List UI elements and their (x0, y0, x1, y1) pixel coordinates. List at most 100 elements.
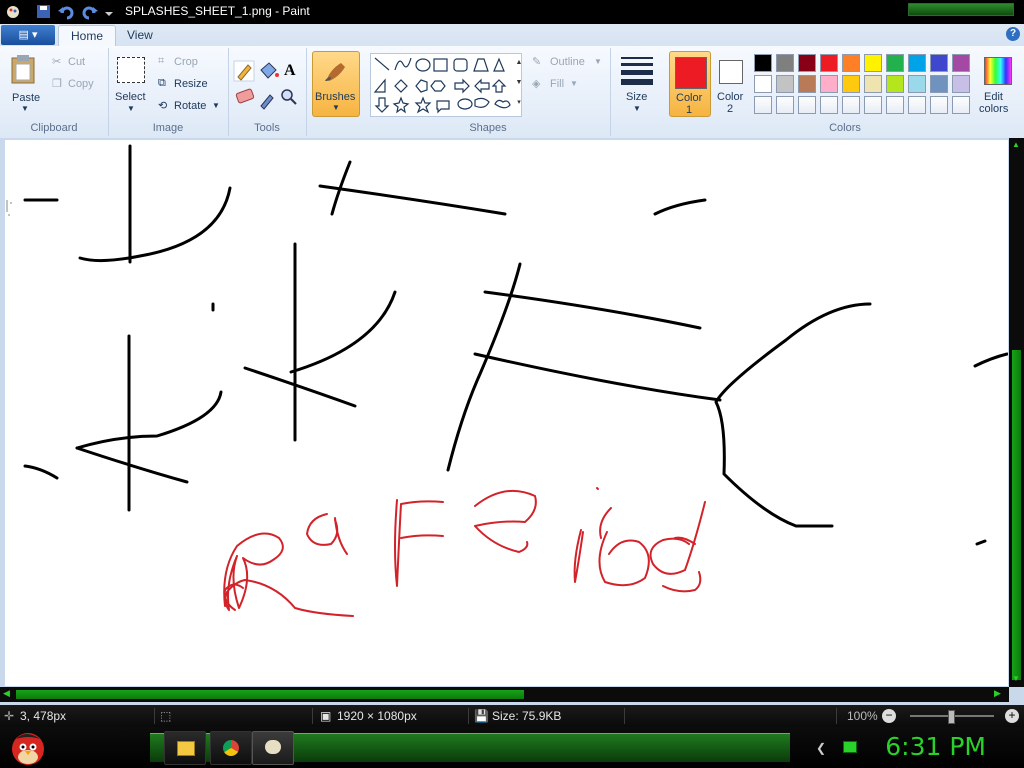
color1-button[interactable]: Color 1 (669, 51, 711, 117)
colors-group: Color 1 Color 2 Edit colors Colors (666, 48, 1024, 136)
horizontal-scrollbar[interactable]: ◀ ▶ (0, 687, 1009, 702)
outline-button[interactable]: ✎ Outline ▼ (532, 55, 606, 71)
edit-colors-button[interactable]: Edit colors (976, 51, 1020, 115)
fill-button[interactable]: ◈ Fill ▼ (532, 77, 606, 93)
cut-label: Cut (68, 56, 86, 68)
chevron-down-icon: ▼ (594, 57, 602, 66)
palette-swatch[interactable] (930, 75, 948, 93)
chevron-down-icon: ▼ (21, 104, 29, 113)
palette-swatch[interactable] (754, 96, 772, 114)
palette-swatch[interactable] (908, 54, 926, 72)
taskbar-clock[interactable]: 6:31 PM (885, 732, 986, 761)
show-hidden-icons[interactable]: ❮ (816, 741, 826, 755)
palette-swatch[interactable] (864, 54, 882, 72)
vertical-scrollbar[interactable]: ▲ ▼ (1009, 138, 1024, 687)
edit-colors-label: Edit (984, 91, 1003, 103)
palette-swatch[interactable] (842, 75, 860, 93)
zoom-slider-thumb[interactable] (948, 710, 955, 724)
scissors-icon: ✂ (52, 56, 62, 68)
horizontal-scroll-thumb[interactable] (16, 690, 524, 699)
rainbow-icon (984, 57, 1012, 85)
zoom-out-button[interactable]: − (882, 709, 896, 723)
scroll-up-icon[interactable]: ▲ (1012, 140, 1020, 149)
color-picker-icon[interactable] (260, 94, 274, 110)
crop-icon: ⌗ (158, 55, 165, 67)
color2-button[interactable]: Color 2 (713, 51, 749, 115)
eraser-icon[interactable] (235, 88, 255, 104)
vertical-scroll-thumb[interactable] (1012, 350, 1021, 680)
fill-bucket-icon[interactable] (260, 62, 279, 79)
scroll-down-icon[interactable]: ▼ (1012, 674, 1020, 683)
rotate-icon: ⟲ (158, 100, 168, 112)
paint-app-icon (7, 6, 19, 18)
taskbar-paint[interactable] (252, 731, 294, 765)
zoom-in-button[interactable]: + (1005, 709, 1019, 723)
zoom-slider[interactable] (910, 710, 994, 724)
scroll-right-icon[interactable]: ▶ (994, 688, 1001, 699)
cut-button[interactable]: ✂ Cut (52, 55, 104, 71)
taskbar-chrome[interactable] (210, 731, 252, 765)
chevron-down-icon: ▼ (212, 101, 220, 110)
redo-icon[interactable] (82, 6, 98, 20)
paste-button[interactable]: Paste ▼ (4, 50, 42, 116)
chevron-down-icon: ▼ (633, 104, 641, 113)
save-icon[interactable] (37, 5, 50, 18)
palette-swatch[interactable] (886, 54, 904, 72)
shapes-icons (373, 57, 511, 114)
palette-swatch[interactable] (776, 96, 794, 114)
palette-swatch[interactable] (754, 75, 772, 93)
palette-swatch[interactable] (908, 96, 926, 114)
line-weight-icon (621, 57, 653, 85)
palette-swatch[interactable] (842, 54, 860, 72)
shapes-gallery[interactable] (370, 53, 522, 117)
pencil-icon[interactable] (233, 60, 255, 82)
shapes-scroll[interactable]: ▲ ▼ ▾ (514, 53, 524, 115)
magnifier-icon[interactable] (281, 89, 297, 105)
palette-swatch[interactable] (864, 75, 882, 93)
window-controls[interactable] (908, 3, 1014, 16)
palette-swatch[interactable] (864, 96, 882, 114)
palette-swatch[interactable] (886, 75, 904, 93)
palette-swatch[interactable] (930, 54, 948, 72)
palette-swatch[interactable] (842, 96, 860, 114)
palette-swatch[interactable] (754, 54, 772, 72)
help-icon[interactable]: ? (1006, 27, 1020, 41)
tab-home[interactable]: Home (58, 25, 117, 47)
palette-swatch[interactable] (798, 54, 816, 72)
palette-swatch[interactable] (798, 96, 816, 114)
select-button[interactable]: Select ▼ (113, 53, 149, 117)
palette-swatch[interactable] (820, 96, 838, 114)
crop-button[interactable]: ⌗ Crop (158, 55, 224, 71)
tab-view[interactable]: View (115, 25, 165, 46)
network-icon[interactable] (843, 741, 857, 753)
text-tool-label[interactable]: A (284, 62, 296, 80)
palette-swatch[interactable] (952, 96, 970, 114)
size-button[interactable]: Size ▼ (618, 53, 656, 117)
quick-access-toolbar (7, 5, 113, 20)
brushes-button[interactable]: Brushes ▼ (312, 51, 360, 117)
palette-swatch[interactable] (930, 96, 948, 114)
palette-swatch[interactable] (952, 54, 970, 72)
palette-swatch[interactable] (952, 75, 970, 93)
drawing-canvas[interactable] (5, 140, 1008, 686)
image-group-label: Image (152, 122, 184, 134)
start-button-icon[interactable] (8, 729, 48, 767)
resize-button[interactable]: ⧉ Resize (158, 77, 224, 93)
palette-swatch[interactable] (908, 75, 926, 93)
cursor-position-icon: ✛ (4, 709, 15, 723)
palette-swatch[interactable] (776, 54, 794, 72)
palette-swatch[interactable] (886, 96, 904, 114)
paint-menu-button[interactable]: ▤ ▾ (1, 25, 55, 45)
rotate-button[interactable]: ⟲ Rotate ▼ (158, 99, 224, 115)
copy-button[interactable]: ❐ Copy (52, 77, 104, 93)
palette-swatch[interactable] (820, 54, 838, 72)
taskbar-explorer[interactable] (164, 731, 206, 765)
zoom-level: 100% (847, 709, 878, 723)
customize-qa-icon[interactable] (105, 12, 113, 16)
palette-swatch[interactable] (820, 75, 838, 93)
undo-icon[interactable] (58, 6, 74, 20)
palette-swatch[interactable] (776, 75, 794, 93)
paintbrush-icon (325, 63, 345, 81)
palette-swatch[interactable] (798, 75, 816, 93)
scroll-left-icon[interactable]: ◀ (3, 688, 10, 699)
